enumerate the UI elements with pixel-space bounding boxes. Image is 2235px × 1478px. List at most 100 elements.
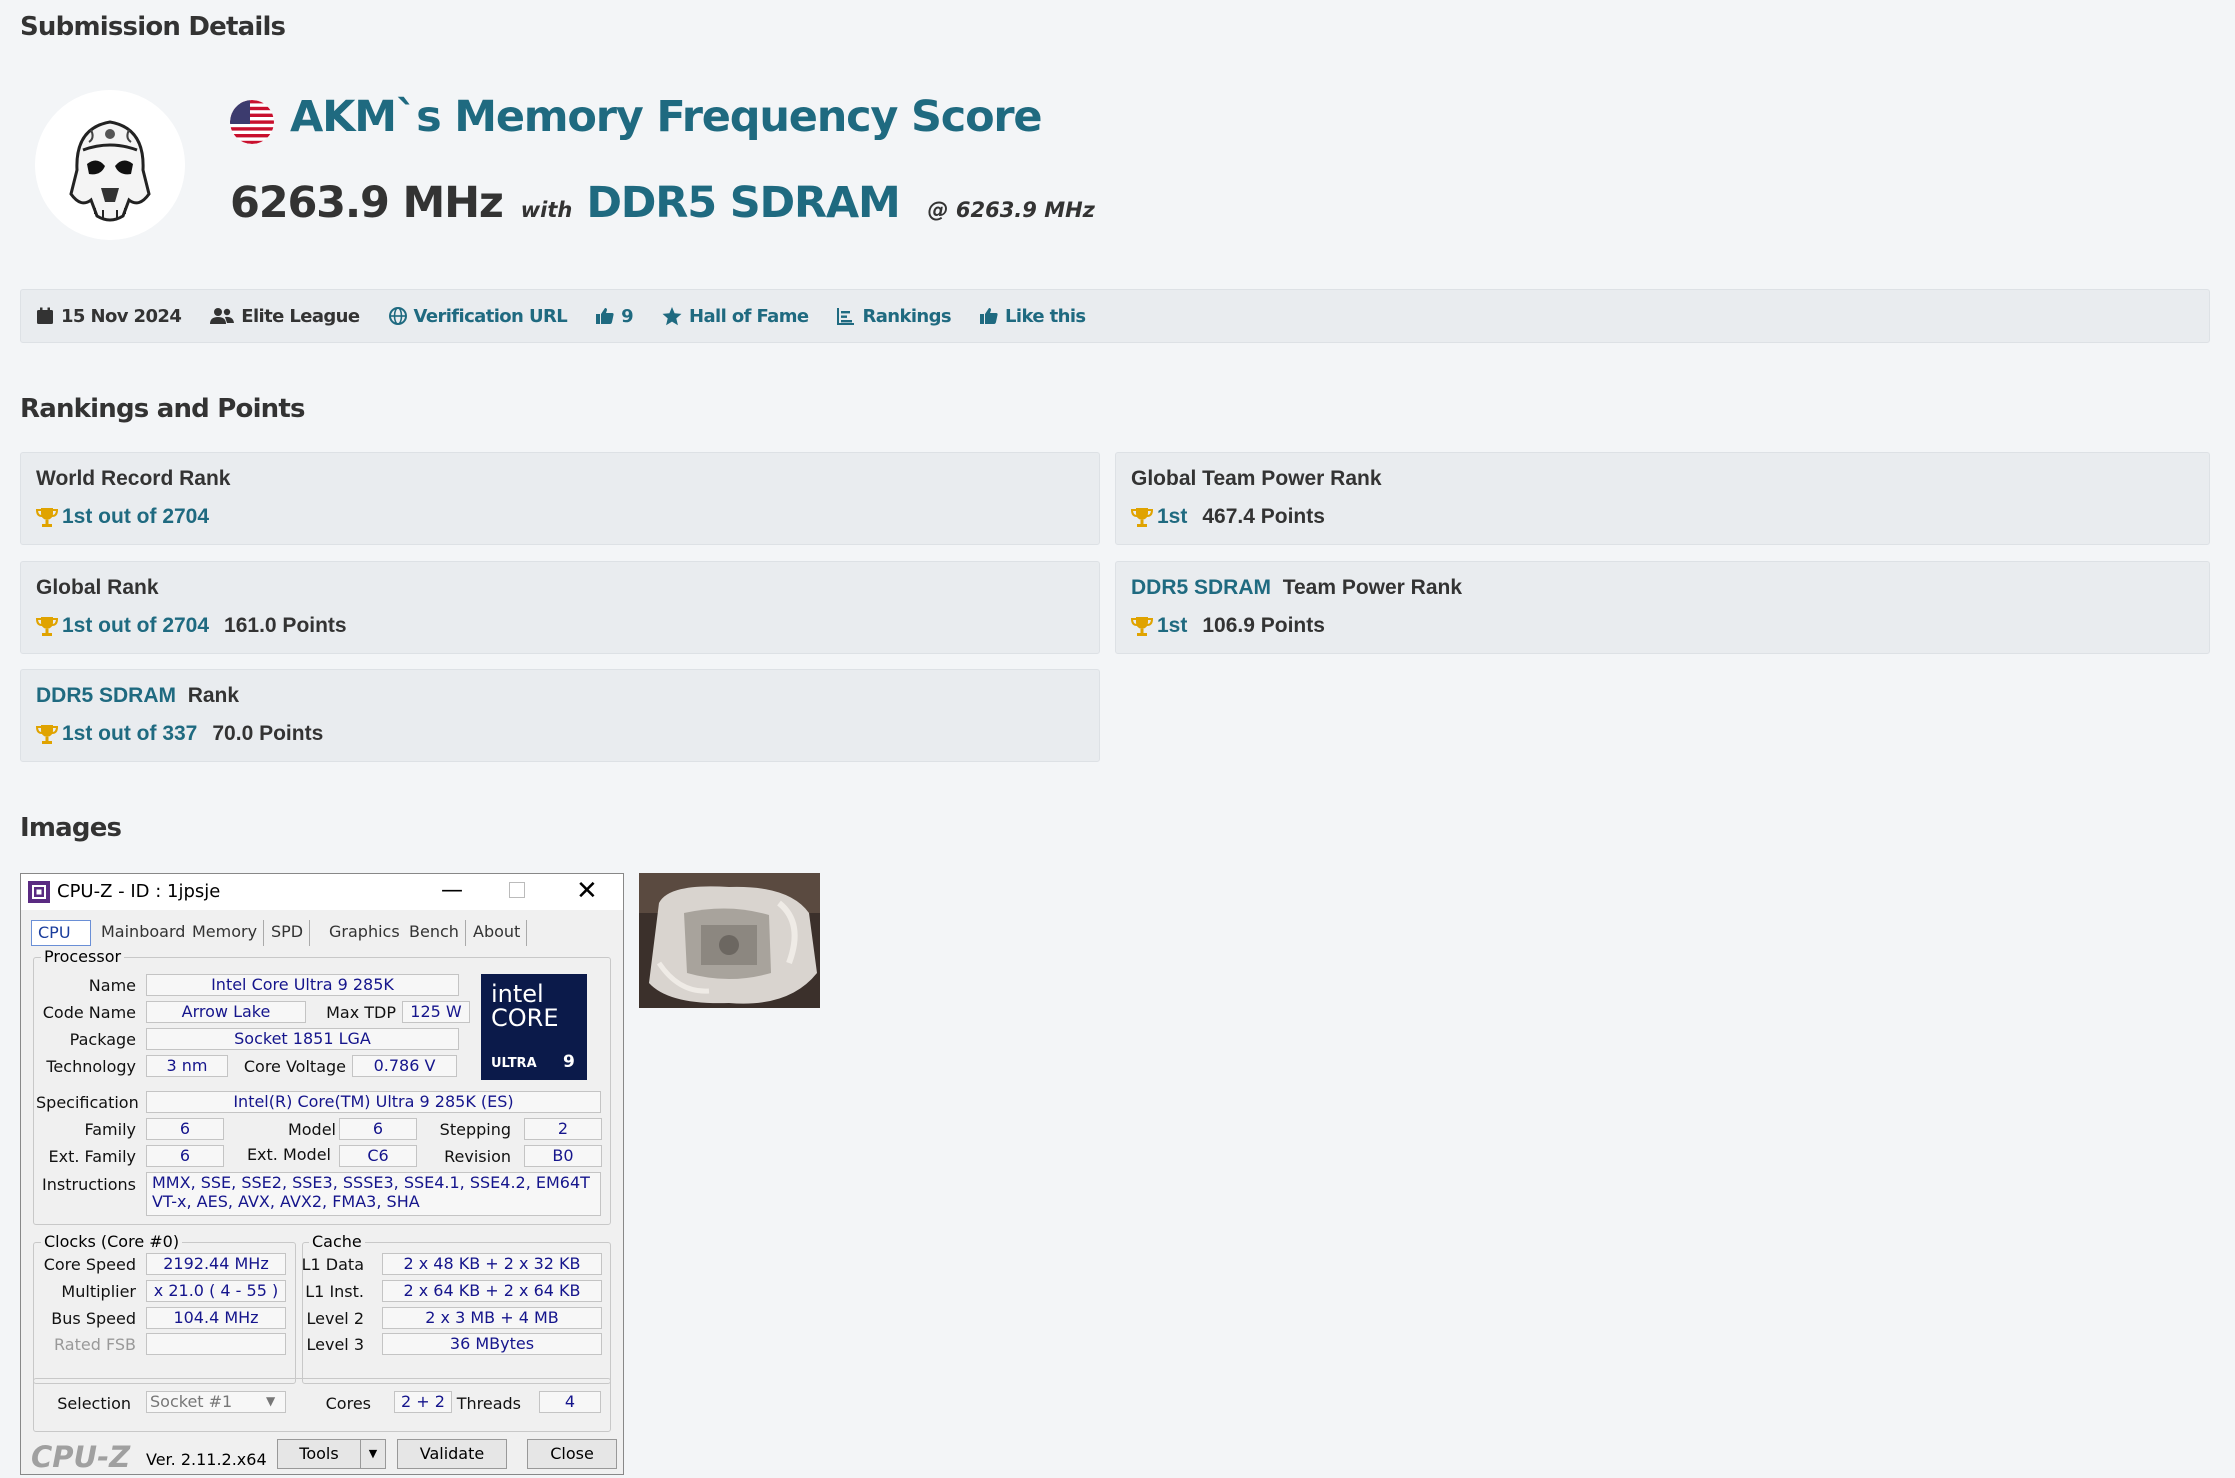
cpuz-app-icon (28, 881, 50, 903)
threads-value: 4 (539, 1391, 601, 1413)
cpuz-title: CPU-Z - ID : 1jpsje (57, 881, 221, 902)
hardware-photo-thumbnail[interactable] (639, 873, 820, 1008)
rankings-link[interactable]: Rankings (837, 306, 952, 327)
likes-count-text[interactable]: 9 (621, 306, 634, 327)
technology-label: Technology (46, 1057, 136, 1076)
ext-model-label: Ext. Model (246, 1145, 331, 1164)
logo-text: ULTRA (491, 1056, 537, 1071)
ddr5-rank-card: DDR5 SDRAM Rank 1st out of 337 70.0 Poin… (20, 669, 1100, 762)
maxtdp-value: 125 W (402, 1001, 470, 1023)
level3-label: Level 3 (306, 1335, 365, 1354)
stepping-value: 2 (524, 1118, 602, 1140)
clocks-legend: Clocks (Core #0) (41, 1232, 183, 1251)
card-title: Global Rank (36, 576, 159, 599)
selection-dropdown: Socket #1 (146, 1391, 286, 1413)
card-title: World Record Rank (36, 467, 231, 490)
avatar[interactable] (35, 90, 185, 240)
score-line: 6263.9 MHz with DDR5 SDRAM @ 6263.9 MHz (230, 178, 1095, 228)
global-rank-card: Global Rank 1st out of 2704 161.0 Points (20, 561, 1100, 654)
tools-dropdown-icon: ▼ (360, 1439, 386, 1469)
revision-label: Revision (444, 1147, 511, 1166)
trophy-icon (1131, 507, 1153, 527)
memory-link[interactable]: DDR5 SDRAM (586, 178, 900, 228)
trophy-icon (36, 507, 58, 527)
trophy-icon (36, 616, 58, 636)
rankings-text[interactable]: Rankings (862, 306, 951, 327)
verification-text[interactable]: Verification URL (414, 306, 568, 327)
trophy-icon (36, 724, 58, 744)
logo-text: CORE (491, 1004, 559, 1032)
score-value: 6263.9 MHz (230, 178, 504, 228)
rank-link[interactable]: 1st (1157, 614, 1187, 638)
cpuz-screenshot-image[interactable]: CPU-Z - ID : 1jpsje — ✕ CPU Mainboard Me… (20, 873, 624, 1475)
memory-link[interactable]: DDR5 SDRAM (36, 684, 176, 707)
codename-label: Code Name (42, 1003, 136, 1022)
hall-of-fame-link[interactable]: Hall of Fame (662, 306, 809, 327)
level3-value: 36 MBytes (382, 1333, 602, 1355)
score-with: with (520, 198, 573, 222)
cpuz-tab-spd: SPD (265, 920, 311, 946)
close-icon: ✕ (576, 876, 598, 906)
cache-legend: Cache (309, 1232, 365, 1251)
card-title: Global Team Power Rank (1131, 467, 1382, 490)
name-value: Intel Core Ultra 9 285K (146, 974, 459, 996)
memory-link[interactable]: DDR5 SDRAM (1131, 576, 1271, 599)
instructions-label: Instructions (42, 1175, 136, 1194)
calendar-icon (37, 307, 53, 324)
l1-inst-label: L1 Inst. (305, 1282, 364, 1301)
codename-value: Arrow Lake (146, 1001, 306, 1023)
star-icon (662, 306, 682, 325)
hall-of-fame-text[interactable]: Hall of Fame (689, 306, 809, 327)
score-at: @ 6263.9 MHz (927, 198, 1095, 222)
bus-speed-value: 104.4 MHz (146, 1307, 286, 1329)
users-icon (210, 308, 235, 324)
date-text: 15 Nov 2024 (61, 305, 182, 327)
validate-button: Validate (397, 1439, 507, 1469)
name-label: Name (88, 976, 136, 995)
cpuz-tab-cpu: CPU (31, 920, 91, 946)
section-title-rankings: Rankings and Points (20, 394, 306, 424)
family-label: Family (84, 1120, 136, 1139)
ddr5-team-power-rank-card: DDR5 SDRAM Team Power Rank 1st 106.9 Poi… (1115, 561, 2210, 654)
maxtdp-label: Max TDP (326, 1003, 396, 1022)
core-speed-label: Core Speed (43, 1255, 136, 1274)
globe-icon (388, 307, 407, 325)
likes-count[interactable]: 9 (596, 306, 634, 327)
level2-value: 2 x 3 MB + 4 MB (382, 1307, 602, 1329)
ext-family-value: 6 (146, 1145, 224, 1167)
core-voltage-value: 0.786 V (352, 1055, 457, 1077)
threads-label: Threads (456, 1394, 521, 1413)
bus-speed-label: Bus Speed (51, 1309, 136, 1328)
package-label: Package (69, 1030, 136, 1049)
global-team-power-rank-card: Global Team Power Rank 1st 467.4 Points (1115, 452, 2210, 545)
multiplier-label: Multiplier (61, 1282, 136, 1301)
level2-label: Level 2 (306, 1309, 365, 1328)
model-label: Model (287, 1120, 336, 1139)
card-title: Rank (187, 684, 240, 707)
submission-title: AKM`s Memory Frequency Score (290, 92, 1043, 142)
instructions-value: MMX, SSE, SSE2, SSE3, SSSE3, SSE4.1, SSE… (146, 1172, 601, 1216)
l1-data-value: 2 x 48 KB + 2 x 32 KB (382, 1253, 602, 1275)
info-bar: 15 Nov 2024 Elite League Verification UR… (20, 289, 2210, 343)
core-voltage-label: Core Voltage (243, 1057, 346, 1076)
l1-inst-value: 2 x 64 KB + 2 x 64 KB (382, 1280, 602, 1302)
ext-model-value: C6 (339, 1145, 417, 1167)
cpuz-tab-about: About (467, 920, 528, 946)
cores-label: Cores (325, 1394, 371, 1413)
minimize-icon: — (441, 878, 463, 903)
rank-link[interactable]: 1st out of 2704 (62, 614, 209, 638)
package-value: Socket 1851 LGA (146, 1028, 459, 1050)
l1-data-label: L1 Data (301, 1255, 364, 1274)
verification-link[interactable]: Verification URL (388, 306, 568, 327)
revision-value: B0 (524, 1145, 602, 1167)
cpuz-tab-graphics: Graphics (323, 920, 407, 946)
like-this-button[interactable]: Like this (980, 306, 1086, 327)
model-value: 6 (339, 1118, 417, 1140)
rank-link[interactable]: 1st (1157, 505, 1187, 529)
points-value: 106.9 Points (1202, 614, 1325, 637)
like-this-text[interactable]: Like this (1005, 306, 1086, 327)
rank-link[interactable]: 1st out of 337 (62, 722, 197, 746)
rank-link[interactable]: 1st out of 2704 (62, 505, 209, 529)
instructions-line: VT-x, AES, AVX, AVX2, FMA3, SHA (152, 1192, 420, 1211)
core-speed-value: 2192.44 MHz (146, 1253, 286, 1275)
